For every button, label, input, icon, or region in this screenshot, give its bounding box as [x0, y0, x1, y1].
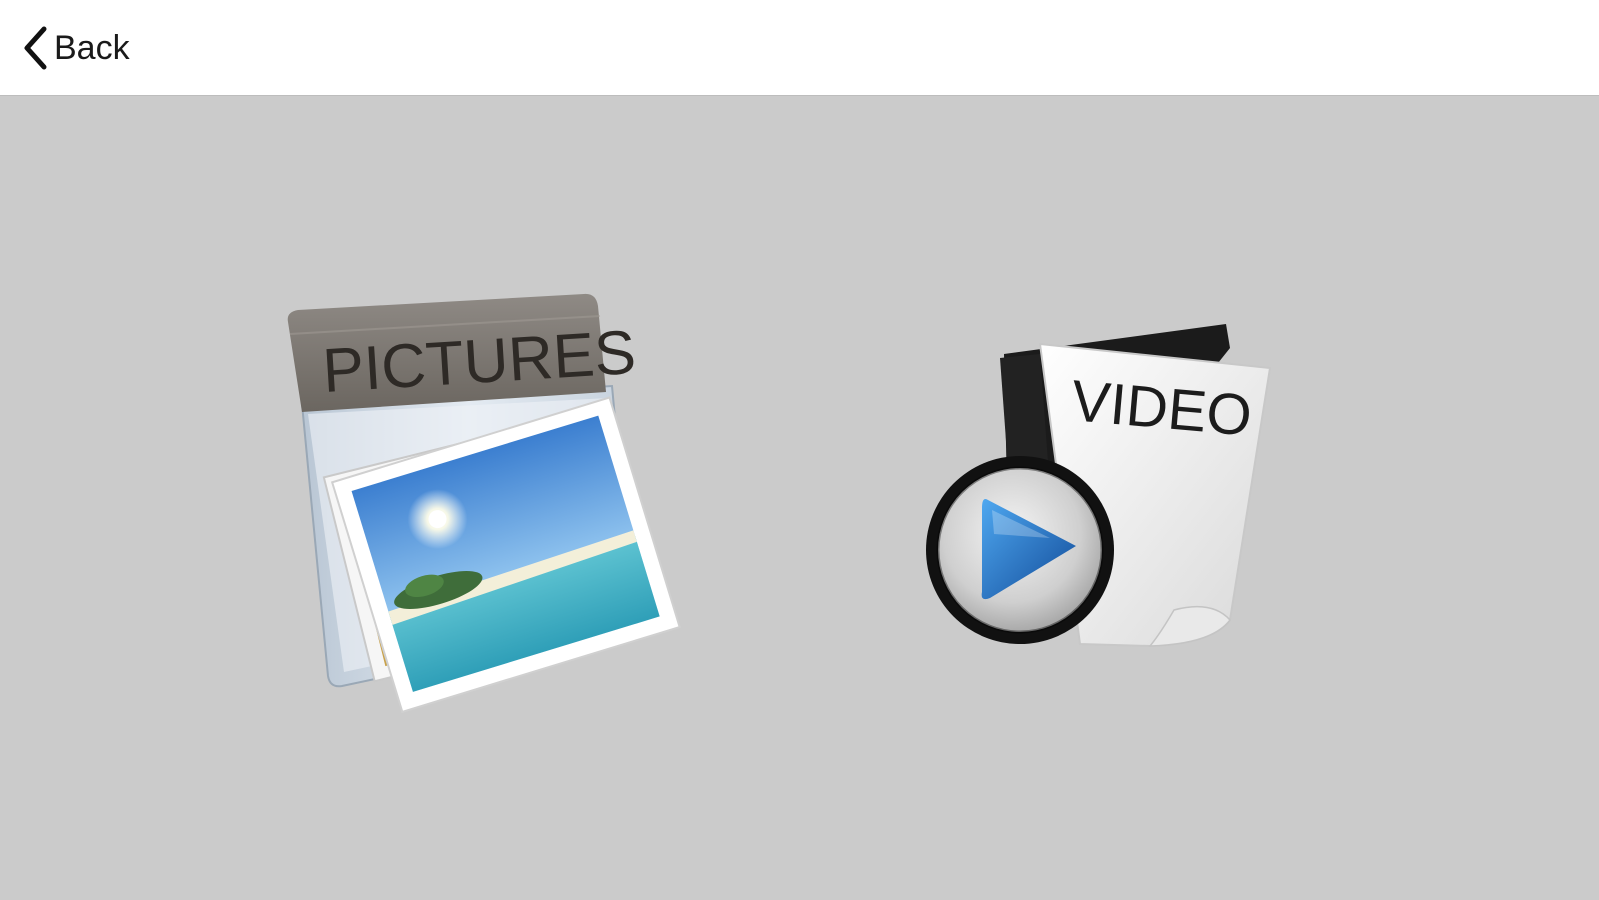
back-label: Back: [54, 28, 130, 67]
app-screen: Back PICTURES VIDEO: [0, 0, 1599, 900]
navigation-bar: Back: [0, 0, 1599, 96]
back-button[interactable]: Back: [22, 22, 130, 74]
video-file-icon: VIDEO: [926, 324, 1272, 648]
pictures-folder-icon: PICTURES: [287, 293, 681, 714]
pictures-button[interactable]: PICTURES: [282, 293, 681, 714]
media-chooser: PICTURES VIDEO: [0, 96, 1599, 900]
video-button[interactable]: VIDEO: [926, 324, 1290, 674]
chevron-left-icon: [22, 26, 54, 70]
